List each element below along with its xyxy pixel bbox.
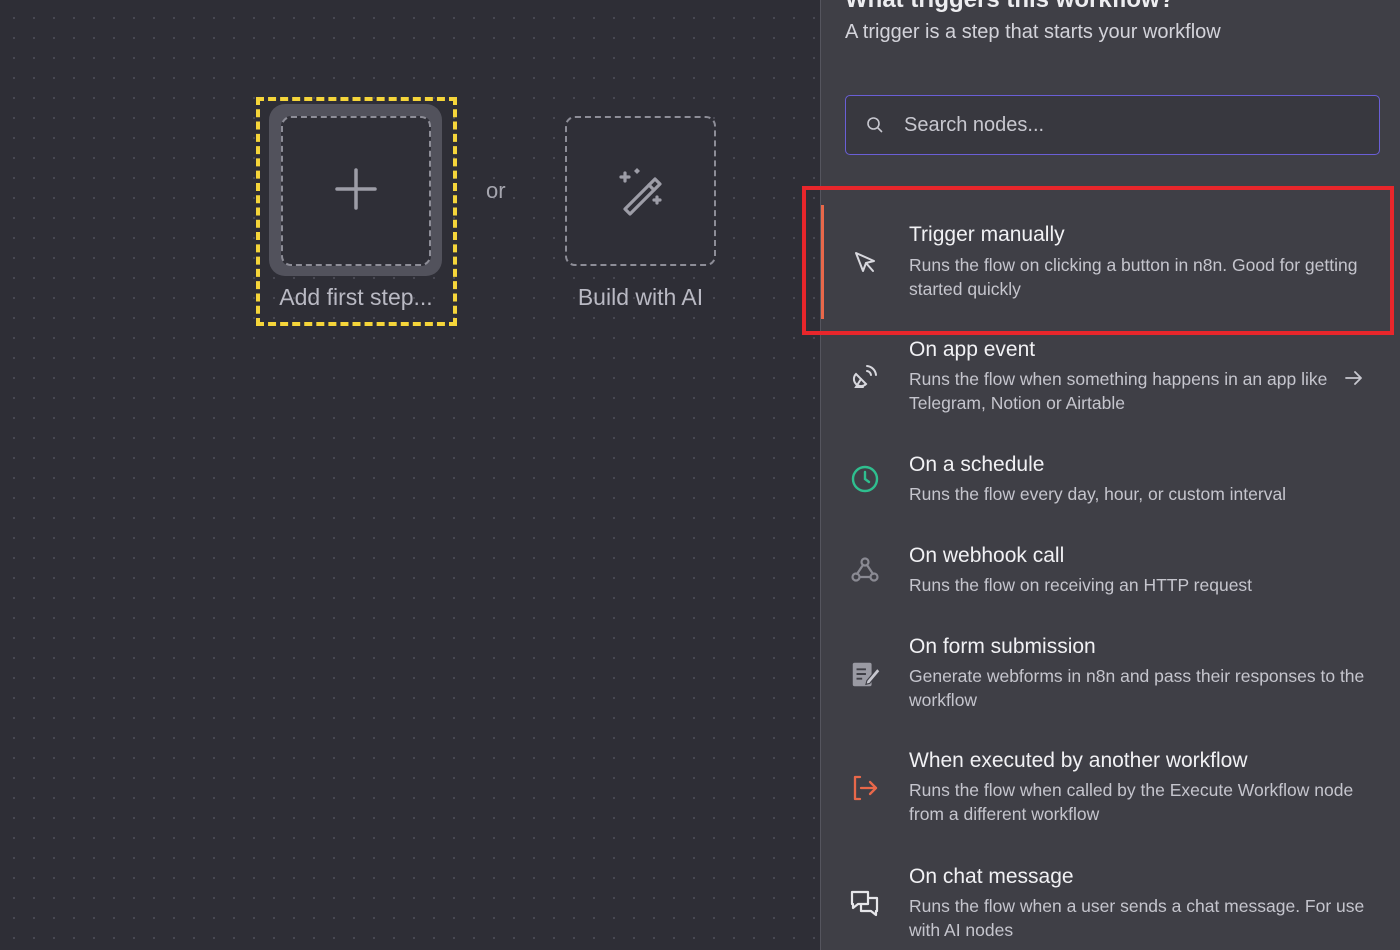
trigger-item-app-event[interactable]: On app event Runs the flow when somethin… xyxy=(821,335,1400,430)
workflow-canvas[interactable]: Add first step... or Build with AI xyxy=(0,0,820,950)
trigger-item-form[interactable]: On form submission Generate webforms in … xyxy=(821,632,1400,727)
trigger-item-desc: Runs the flow when called by the Execute… xyxy=(909,780,1354,824)
trigger-item-webhook[interactable]: On webhook call Runs the flow on receivi… xyxy=(821,541,1400,611)
magic-wand-icon xyxy=(611,159,671,224)
webhook-icon xyxy=(849,554,881,586)
trigger-item-desc: Generate webforms in n8n and pass their … xyxy=(909,666,1365,710)
chat-icon xyxy=(849,888,881,920)
form-icon xyxy=(849,658,881,690)
panel-subtitle: A trigger is a step that starts your wor… xyxy=(845,21,1221,43)
panel-title: What triggers this workflow? xyxy=(845,0,1174,14)
trigger-item-desc: Runs the flow every day, hour, or custom… xyxy=(909,484,1287,504)
sign-in-icon xyxy=(849,772,881,804)
trigger-item-sub-workflow[interactable]: When executed by another workflow Runs t… xyxy=(821,746,1400,841)
trigger-item-schedule[interactable]: On a schedule Runs the flow every day, h… xyxy=(821,450,1400,520)
search-input[interactable] xyxy=(904,113,1344,137)
search-icon xyxy=(866,116,884,134)
trigger-item-title: On webhook call xyxy=(909,544,1065,567)
trigger-item-desc: Runs the flow on receiving an HTTP reque… xyxy=(909,575,1253,595)
trigger-item-title: When executed by another workflow xyxy=(909,749,1248,772)
build-with-ai-label[interactable]: Build with AI xyxy=(560,284,721,311)
build-with-ai-button[interactable] xyxy=(565,116,716,266)
trigger-item-title: On chat message xyxy=(909,865,1074,888)
clock-icon xyxy=(849,463,881,495)
annotation-highlight-red xyxy=(802,186,1394,335)
satellite-icon xyxy=(849,361,881,393)
trigger-item-desc: Runs the flow when a user sends a chat m… xyxy=(909,896,1365,940)
or-separator: or xyxy=(486,178,506,203)
trigger-selector-panel: What triggers this workflow? A trigger i… xyxy=(820,0,1400,950)
search-box[interactable] xyxy=(845,95,1380,155)
arrow-right-icon xyxy=(1343,367,1365,394)
annotation-highlight-yellow xyxy=(256,97,457,326)
trigger-item-title: On a schedule xyxy=(909,453,1045,476)
trigger-item-desc: Runs the flow when something happens in … xyxy=(909,369,1328,413)
trigger-item-title: On app event xyxy=(909,338,1036,361)
trigger-item-title: On form submission xyxy=(909,635,1096,658)
trigger-item-chat[interactable]: On chat message Runs the flow when a use… xyxy=(821,862,1400,950)
